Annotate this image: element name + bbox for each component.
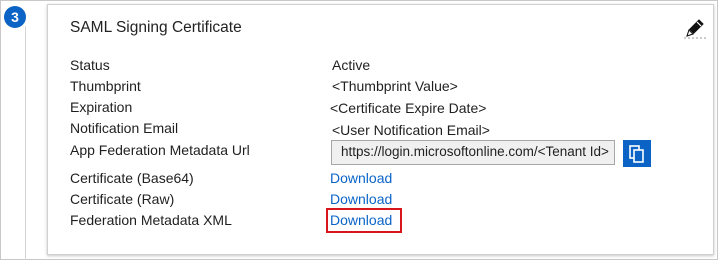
expiration-label: Expiration (70, 99, 133, 115)
thumbprint-label: Thumbprint (70, 78, 141, 94)
copy-to-clipboard-button[interactable] (623, 140, 651, 167)
notification-email-value: <User Notification Email> (332, 122, 490, 138)
app-federation-metadata-url-field[interactable]: https://login.microsoftonline.com/<Tenan… (331, 140, 615, 165)
card-title: SAML Signing Certificate (70, 19, 242, 36)
status-label: Status (70, 57, 110, 73)
saml-signing-certificate-card: SAML Signing Certificate Status Active T… (47, 4, 714, 255)
step-connector-line (25, 26, 26, 260)
certificate-base64-download-link[interactable]: Download (330, 170, 392, 186)
status-value: Active (332, 57, 371, 73)
certificate-raw-download-link[interactable]: Download (330, 191, 392, 207)
federation-metadata-xml-label: Federation Metadata XML (70, 212, 232, 228)
pencil-edit-icon[interactable] (684, 17, 706, 39)
notification-email-label: Notification Email (70, 120, 179, 136)
app-federation-metadata-url-label: App Federation Metadata Url (70, 142, 250, 158)
expiration-value: <Certificate Expire Date> (330, 100, 487, 116)
step-number-badge: 3 (4, 6, 26, 28)
thumbprint-value: <Thumbprint Value> (332, 78, 458, 94)
certificate-raw-label: Certificate (Raw) (70, 191, 175, 207)
copy-icon (629, 144, 644, 163)
download-highlight-box (326, 208, 402, 233)
certificate-base64-label: Certificate (Base64) (70, 170, 194, 186)
